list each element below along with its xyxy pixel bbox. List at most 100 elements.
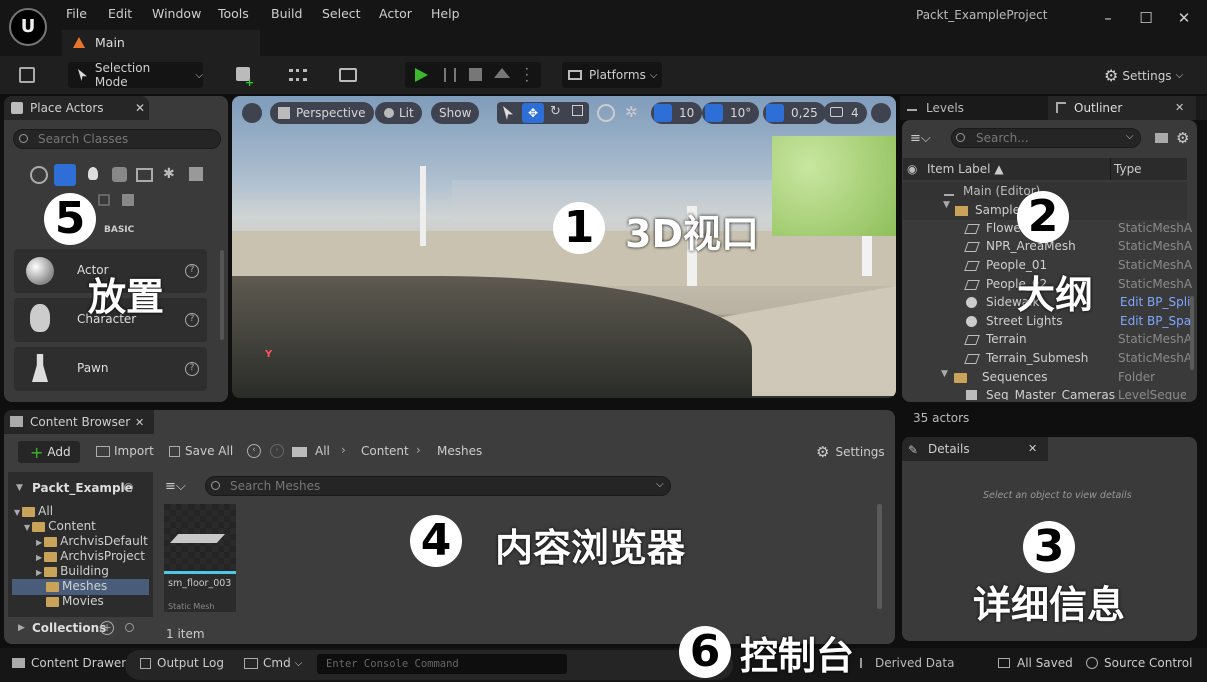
details-tab[interactable]: Details — [902, 437, 1048, 461]
surface-snap-icon[interactable]: ✲ — [625, 103, 638, 121]
add-button[interactable]: + Add — [18, 441, 80, 463]
tree-item-meshes[interactable]: Meshes — [46, 579, 107, 594]
blueprint-icon[interactable] — [289, 69, 307, 81]
expand-arrow-icon[interactable]: ▼ — [16, 483, 23, 493]
cinematic-icon[interactable] — [136, 168, 153, 182]
menu-build[interactable]: Build — [271, 6, 302, 21]
forward-icon[interactable]: › — [270, 444, 284, 458]
expand-arrow-icon[interactable]: ▼ — [943, 200, 950, 210]
chevron-down-icon[interactable]: ⌵ — [656, 479, 664, 490]
scrollbar[interactable] — [220, 250, 224, 340]
basic-icon[interactable] — [54, 164, 76, 186]
help-icon[interactable]: ? — [185, 264, 199, 278]
table-row[interactable]: Terrain StaticMeshA — [964, 330, 1192, 349]
maximize-icon[interactable]: ☐ — [1136, 8, 1156, 28]
selection-mode-dropdown[interactable]: Selection Mode ⌵ — [68, 61, 203, 89]
table-row[interactable]: Terrain_Submesh StaticMeshA — [964, 349, 1192, 368]
cb-settings-button[interactable]: ⚙ Settings — [816, 443, 885, 461]
type-header[interactable]: Type — [1114, 162, 1142, 176]
close-icon[interactable]: ✕ — [135, 416, 144, 429]
levels-tab[interactable]: Levels — [926, 101, 964, 115]
eye-icon[interactable]: ◉ — [907, 162, 917, 176]
collections-label[interactable]: Collections — [32, 621, 106, 635]
search-classes-input[interactable]: Search Classes — [13, 129, 221, 149]
close-window-icon[interactable]: ✕ — [1174, 8, 1194, 28]
all-saved-button[interactable]: All Saved — [998, 656, 1073, 670]
output-log-button[interactable]: Output Log — [140, 656, 224, 670]
project-root[interactable]: Packt_Example — [32, 481, 133, 495]
rotate-tool-icon[interactable]: ↻ — [550, 104, 561, 119]
close-icon[interactable]: ✕ — [1175, 101, 1184, 114]
viewport-menu-icon[interactable] — [242, 103, 262, 123]
import-button[interactable]: Import — [96, 444, 154, 458]
menu-window[interactable]: Window — [152, 6, 201, 21]
filter-icon[interactable]: ≡⌵ — [165, 479, 186, 494]
back-icon[interactable]: ‹ — [247, 444, 261, 458]
content-browser-tab[interactable]: Content Browser — [4, 410, 154, 434]
visual-effects-icon[interactable]: ✱ — [163, 166, 175, 182]
level-tab[interactable] — [62, 30, 260, 56]
minimize-icon[interactable]: – — [1098, 8, 1118, 28]
breadcrumb-meshes[interactable]: Meshes — [437, 444, 482, 458]
show-button[interactable]: Show — [431, 102, 480, 124]
cinematics-icon[interactable] — [339, 68, 357, 82]
menu-edit[interactable]: Edit — [108, 6, 132, 21]
menu-select[interactable]: Select — [322, 6, 361, 21]
help-icon[interactable]: ? — [185, 362, 199, 376]
derived-data-button[interactable]: Derived Data — [860, 656, 954, 670]
search-icon[interactable] — [124, 483, 133, 492]
scrollbar[interactable] — [877, 504, 882, 609]
tree-item-all[interactable]: ▼ All — [14, 504, 53, 519]
recent-icon[interactable] — [30, 166, 48, 184]
breadcrumb-all[interactable]: All — [315, 444, 330, 458]
all-classes-icon[interactable] — [122, 194, 134, 206]
menu-help[interactable]: Help — [431, 6, 460, 21]
stop-icon[interactable] — [469, 68, 482, 81]
play-icon[interactable] — [415, 68, 428, 82]
expand-arrow-icon[interactable]: ▶ — [18, 623, 25, 633]
add-folder-icon[interactable] — [1155, 133, 1168, 143]
search-meshes-input[interactable]: Search Meshes — [205, 476, 671, 496]
play-options-icon[interactable]: · · · — [525, 63, 529, 87]
step-icon[interactable] — [444, 68, 456, 82]
help-icon[interactable]: ? — [185, 313, 199, 327]
save-all-button[interactable]: Save All — [169, 444, 233, 458]
tree-item-archvisdefault[interactable]: ▶ ArchvisDefault — [36, 534, 148, 549]
world-icon[interactable] — [597, 104, 615, 122]
tree-item-building[interactable]: ▶ Building — [36, 564, 109, 579]
menu-actor[interactable]: Actor — [379, 6, 412, 21]
place-actors-tab[interactable]: Place Actors — [4, 96, 149, 120]
shapes-icon[interactable] — [112, 167, 127, 182]
source-control-button[interactable]: Source Control — [1086, 656, 1192, 670]
volumes-icon[interactable] — [98, 194, 110, 206]
table-row[interactable]: Flowers StaticMeshA — [964, 219, 1192, 238]
menu-tools[interactable]: Tools — [218, 6, 249, 21]
save-icon[interactable] — [19, 67, 35, 83]
tree-item-content[interactable]: ▼ Content — [24, 519, 96, 534]
unreal-logo[interactable]: U — [9, 8, 47, 46]
outliner-search-input[interactable]: Search... — [951, 128, 1141, 148]
menu-file[interactable]: File — [66, 6, 87, 21]
search-icon[interactable] — [125, 623, 134, 632]
content-drawer-button[interactable]: Content Drawer — [12, 656, 126, 670]
gear-icon[interactable]: ⚙ — [1176, 129, 1189, 147]
eject-icon[interactable] — [494, 68, 510, 78]
scale-tool-icon[interactable] — [572, 105, 583, 116]
chevron-down-icon[interactable]: ⌵ — [1126, 131, 1134, 142]
table-row[interactable]: NPR_AreaMesh StaticMeshA — [964, 237, 1192, 256]
item-label-header[interactable]: Item Label ▲ — [927, 162, 1004, 176]
expand-arrow-icon[interactable]: ▼ — [941, 369, 948, 379]
breadcrumb-content[interactable]: Content — [361, 444, 409, 458]
console-input[interactable]: Enter Console Command — [317, 654, 567, 674]
lights-icon[interactable] — [88, 167, 98, 180]
table-row[interactable]: Sequences Folder — [954, 368, 1186, 387]
settings-button[interactable]: ⚙ Settings ⌵ — [1104, 66, 1183, 85]
tree-item-movies[interactable]: Movies — [46, 594, 104, 609]
platforms-dropdown[interactable]: Platforms ⌵ — [562, 62, 662, 88]
tree-item-archvisproject[interactable]: ▶ ArchvisProject — [36, 549, 145, 564]
add-collection-icon[interactable]: + — [100, 621, 114, 635]
close-icon[interactable]: ✕ — [135, 101, 145, 115]
lit-button[interactable]: Lit — [375, 102, 422, 124]
scrollbar[interactable] — [1190, 296, 1194, 370]
table-row[interactable]: Seq_Master_Cameras LevelSequer — [966, 386, 1186, 400]
